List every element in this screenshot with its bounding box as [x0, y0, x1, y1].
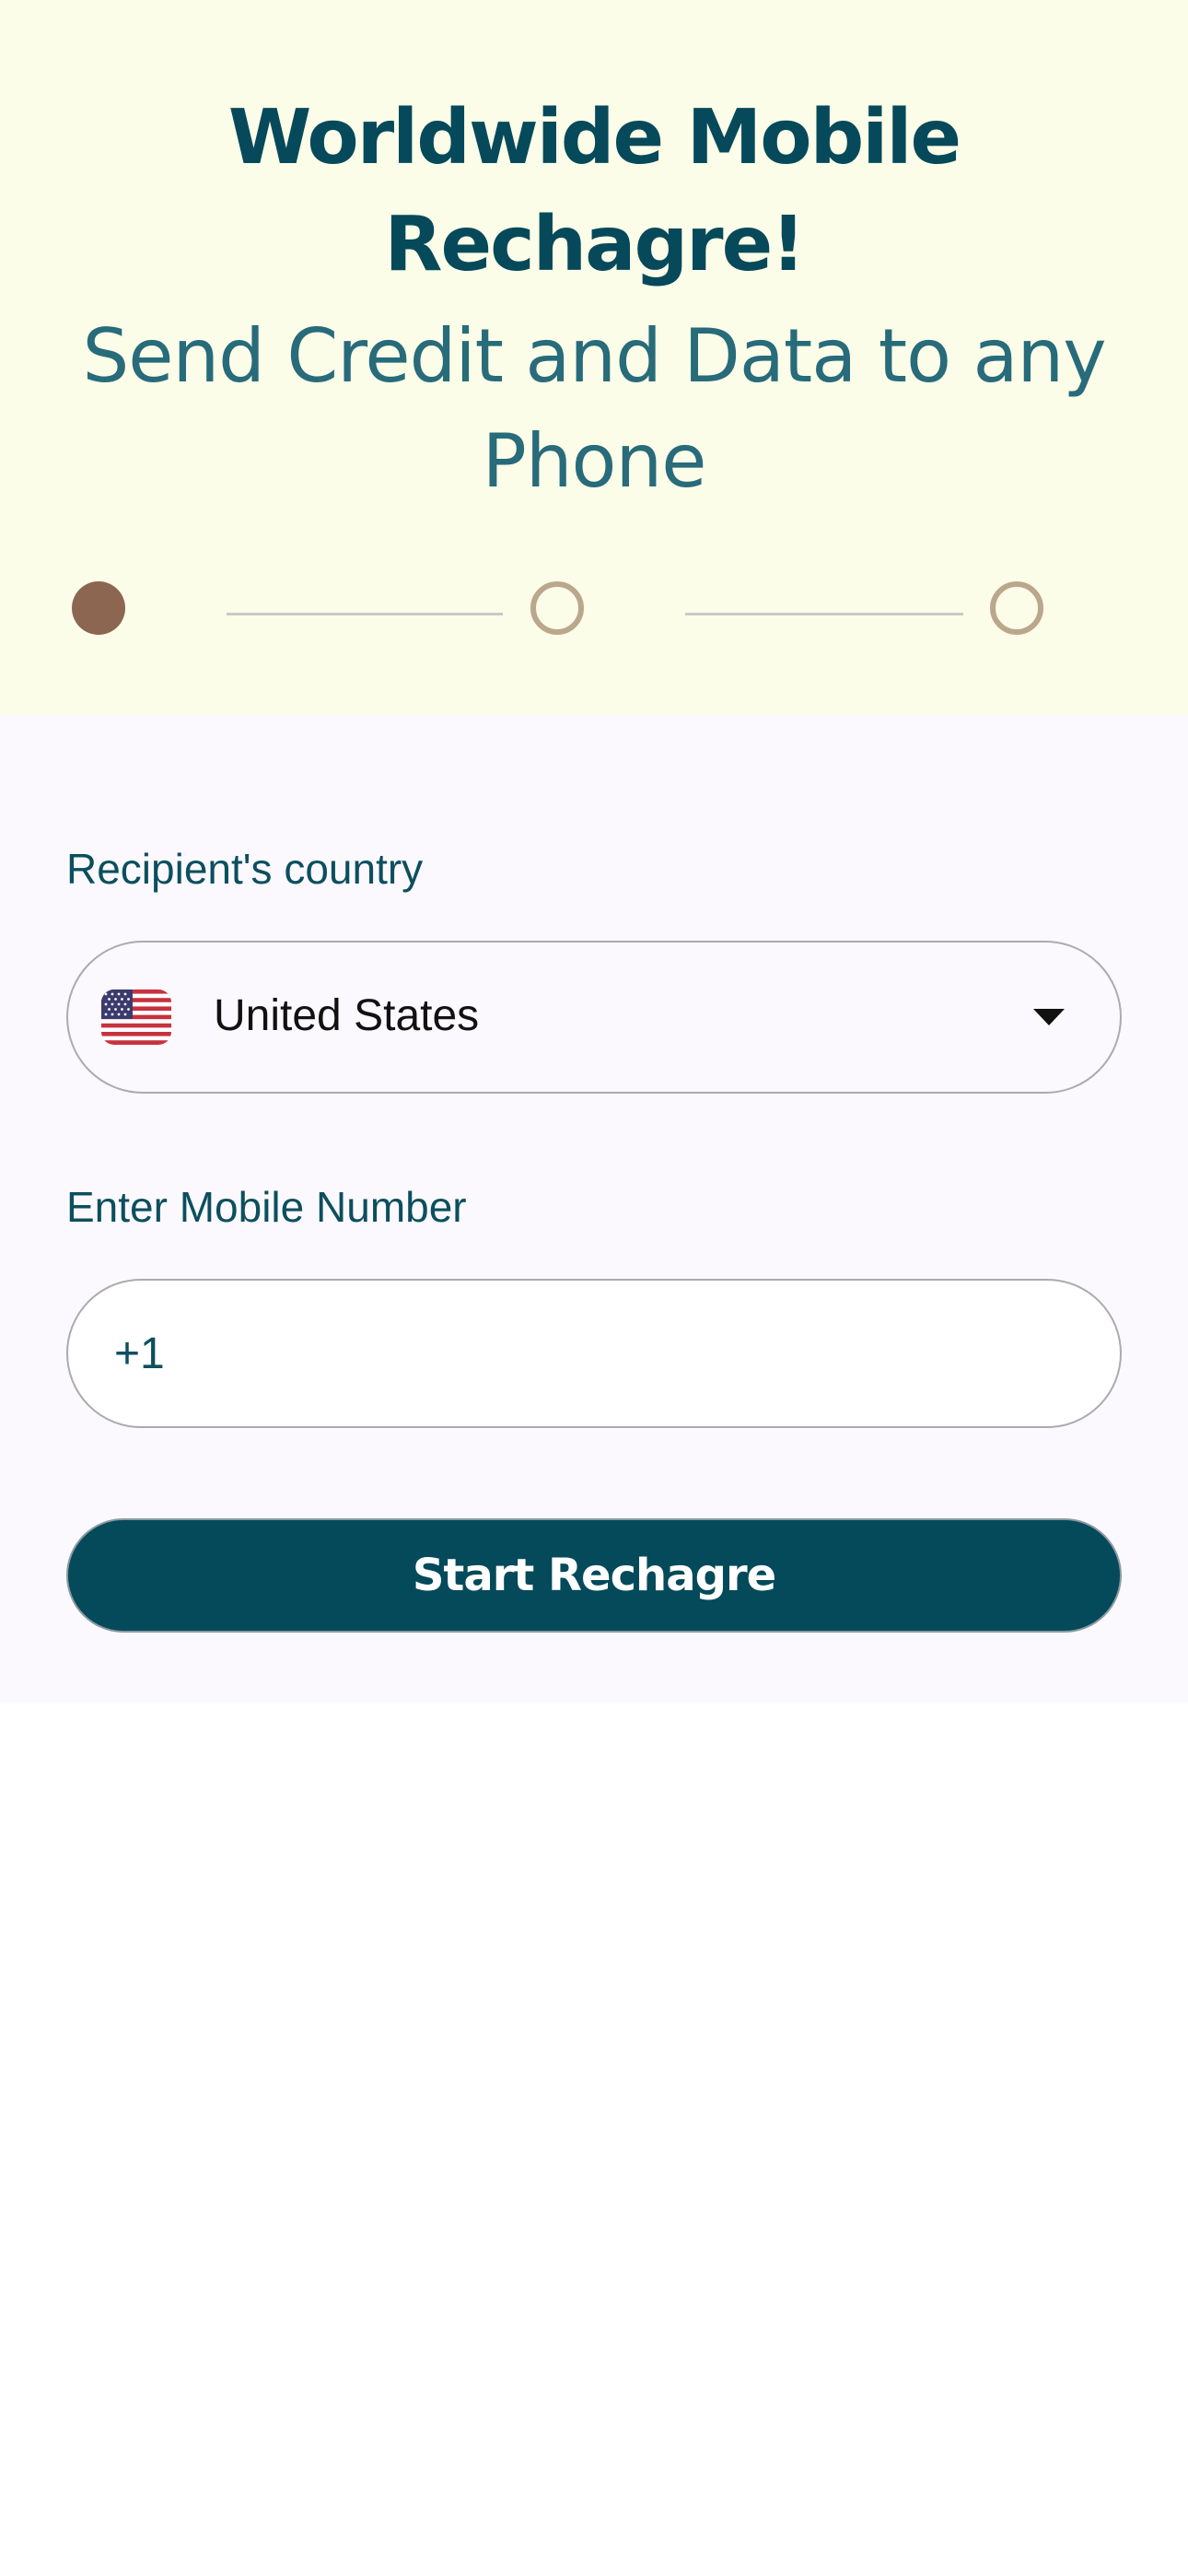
page-title: Worldwide Mobile Rechagre! — [227, 94, 961, 288]
caret-down-icon — [1033, 1009, 1065, 1025]
mobile-number-field: +1 — [66, 1279, 1122, 1428]
hero-banner: Worldwide Mobile Rechagre! Send Credit a… — [0, 0, 1188, 715]
page-subtitle: Send Credit and Data to any Phone — [82, 313, 1106, 504]
mobile-number-label: Enter Mobile Number — [66, 1183, 467, 1231]
country-label: Recipient's country — [66, 845, 424, 893]
us-flag-icon — [101, 989, 171, 1045]
step-1-indicator — [72, 581, 125, 635]
country-select[interactable]: United States — [66, 941, 1122, 1094]
step-3-indicator — [990, 581, 1043, 635]
step-2-indicator — [530, 581, 584, 635]
start-recharge-button[interactable]: Start Rechagre — [66, 1518, 1122, 1633]
selected-country: United States — [214, 991, 480, 1040]
step-connector — [227, 613, 503, 615]
step-connector — [685, 613, 963, 615]
mobile-number-input[interactable] — [188, 1308, 1076, 1402]
dial-code: +1 — [114, 1329, 165, 1378]
